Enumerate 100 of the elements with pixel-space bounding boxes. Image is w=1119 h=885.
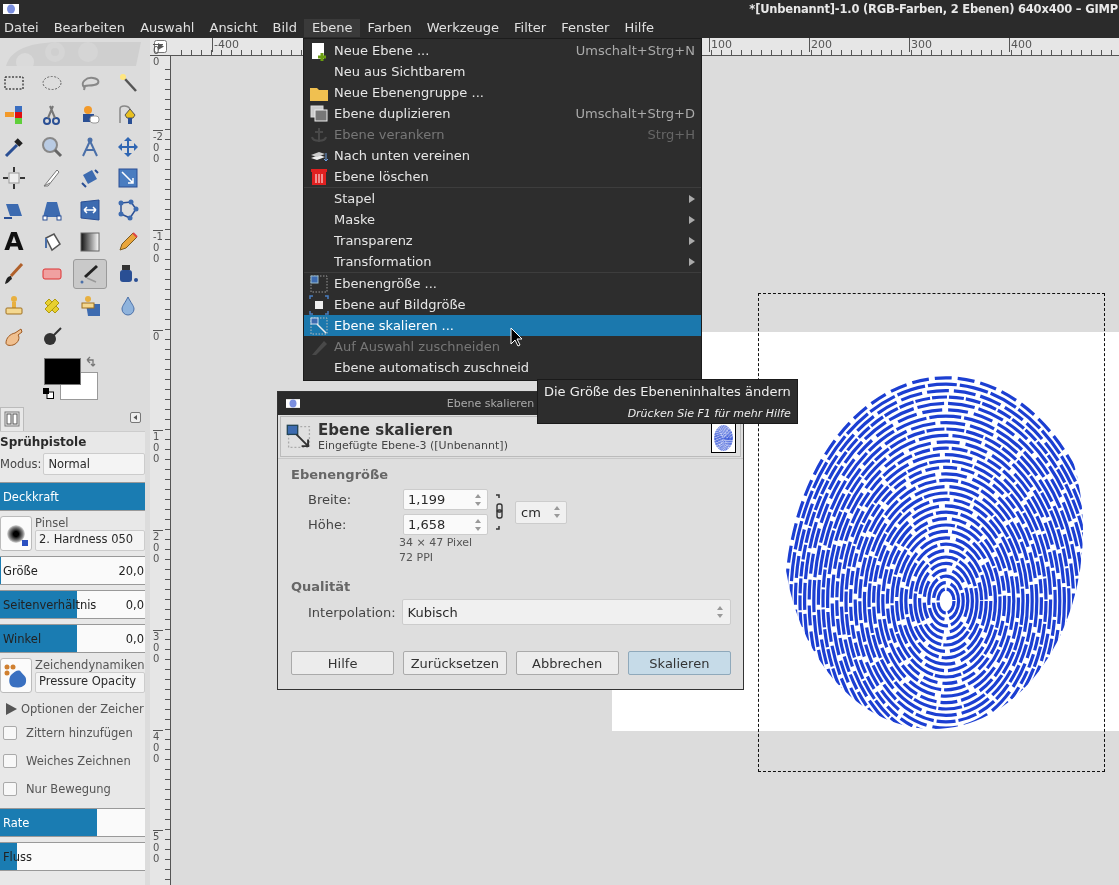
align-icon <box>2 166 26 191</box>
cage-icon <box>116 198 140 223</box>
spin-field[interactable]: 1,658 <box>403 514 488 535</box>
checkbox-label: Nur Bewegung <box>26 782 111 796</box>
menu-item[interactable]: Ebene duplizieren Umschalt+Strg+D <box>304 103 701 124</box>
ruler-label: 200 <box>153 530 163 564</box>
panel-menu-icon[interactable] <box>130 412 141 423</box>
dialog-button[interactable]: Hilfe <box>291 651 395 675</box>
menu-item[interactable]: Ebene automatisch zuschneid <box>304 357 701 378</box>
menu-item[interactable]: Transformation <box>304 251 701 272</box>
tool-button[interactable] <box>73 258 107 289</box>
menu-item[interactable]: Neue Ebenengruppe ... <box>304 82 701 103</box>
app-icon <box>3 4 19 14</box>
menu-bar-item[interactable]: Bearbeiten <box>46 19 133 37</box>
dynamics-field[interactable]: Pressure Opacity <box>35 672 145 693</box>
dynamics-label: Zeichendynamiken <box>35 658 145 672</box>
menu-item[interactable]: Ebene skalieren ... <box>304 315 701 336</box>
menu-bar-item[interactable]: Auswahl <box>132 19 202 37</box>
dialog-button[interactable]: Abbrechen <box>515 651 619 675</box>
chain-link-icon[interactable] <box>495 493 505 531</box>
menu-item[interactable]: Neue Ebene ... Umschalt+Strg+N <box>304 40 701 61</box>
expander-arrow-icon[interactable] <box>5 703 17 715</box>
menu-bar-item[interactable]: Bild <box>265 19 305 37</box>
brush-label: Pinsel <box>35 516 70 530</box>
menu-item[interactable]: Nach unten vereinen <box>304 145 701 166</box>
checkbox-label: Weiches Zeichnen <box>26 754 131 768</box>
paintbrush-icon <box>2 261 26 286</box>
color-swatches-drawing[interactable] <box>44 358 98 400</box>
duplicate-layer-icon <box>309 103 329 124</box>
ruler-label: -100 <box>153 230 163 264</box>
slider-label: Größe <box>2 563 39 578</box>
menu-bar-item[interactable]: Filter <box>506 19 554 37</box>
menu-item[interactable]: Ebenengröße ... <box>304 273 701 294</box>
app-icon <box>286 399 300 408</box>
stamp-perspective-icon <box>78 293 102 318</box>
unit-dropdown[interactable]: cm <box>515 500 567 524</box>
spin-field[interactable]: 1,199 <box>403 489 488 510</box>
move-arrows-icon <box>116 134 140 159</box>
ruler-label: 500 <box>153 830 163 864</box>
menu-item[interactable]: Stapel <box>304 188 701 209</box>
pencil-icon <box>116 230 140 254</box>
scale-layer-icon <box>286 423 312 450</box>
menu-item[interactable]: Transparenz <box>304 230 701 251</box>
field-label: Interpolation: <box>307 604 397 620</box>
fit-to-image-icon <box>309 294 329 315</box>
checkbox[interactable] <box>3 782 17 796</box>
tooltip-hint: Drücken Sie F1 für mehr Hilfe <box>627 407 791 420</box>
pixel-size-text: 34 × 47 Pixel <box>398 535 474 550</box>
swap-arrows-icon[interactable] <box>85 356 97 368</box>
slider-label: Winkel <box>2 631 43 646</box>
mode-label: Modus: <box>0 457 42 471</box>
section-heading: Ebenengröße <box>291 467 390 482</box>
menu-bar-item[interactable]: Fenster <box>553 19 617 37</box>
tool-options-tab[interactable] <box>0 407 24 431</box>
mode-dropdown[interactable]: Normal <box>43 453 145 475</box>
value-slider[interactable]: Winkel 0,0 <box>0 624 145 653</box>
dialog-button[interactable]: Skalieren <box>627 651 731 675</box>
field-label: Breite: <box>307 492 353 507</box>
menu-bar-item[interactable]: Farben <box>360 19 420 37</box>
mouse-pointer-icon <box>510 327 523 347</box>
dynamics-preview[interactable] <box>0 658 32 693</box>
stamp-icon <box>2 293 26 318</box>
expander-label[interactable]: Optionen der Zeicher <box>21 702 144 716</box>
new-layer-icon <box>309 40 329 61</box>
spin-arrows-icon <box>553 504 561 520</box>
slider-label: Rate <box>2 815 31 830</box>
magnifier-icon <box>40 134 64 159</box>
tooltip-text: Die Größe des Ebeneninhaltes ändern <box>544 384 791 399</box>
opacity-slider[interactable]: Deckkraft <box>0 482 145 511</box>
tool-button[interactable]: A <box>0 227 31 257</box>
trash-icon <box>309 166 329 187</box>
checkbox[interactable] <box>3 754 17 768</box>
default-colors-icon[interactable] <box>43 388 54 399</box>
ruler-label: 100 <box>153 430 163 464</box>
menu-bar-item[interactable]: Ebene <box>304 19 361 37</box>
sliders-icon <box>4 411 20 427</box>
menu-bar-item[interactable]: Werkzeuge <box>419 19 507 37</box>
menu-item[interactable]: Neu aus Sichtbarem <box>304 61 701 82</box>
menu-bar-item[interactable]: Hilfe <box>616 19 662 37</box>
checkbox-label: Zittern hinzufügen <box>26 726 133 740</box>
menu-item[interactable]: Ebene löschen <box>304 166 701 187</box>
menu-item[interactable]: Ebene auf Bildgröße <box>304 294 701 315</box>
ruler-label: 300 <box>153 630 163 664</box>
value-slider[interactable]: Rate <box>0 808 145 837</box>
menu-item[interactable]: Maske <box>304 209 701 230</box>
brush-field[interactable]: 2. Hardness 050 <box>35 530 145 551</box>
dialog-button[interactable]: Zurücksetzen <box>403 651 507 675</box>
slider-value: 0,0 <box>125 631 145 646</box>
resolution-text: 72 PPI <box>398 550 434 565</box>
menu-bar-item[interactable]: Datei <box>0 19 47 37</box>
checkbox[interactable] <box>3 726 17 740</box>
ruler-label: 400 <box>153 730 163 764</box>
brush-preview[interactable] <box>0 516 32 551</box>
slider-value: 0,0 <box>125 597 145 612</box>
interpolation-dropdown[interactable]: Kubisch <box>401 599 731 625</box>
value-slider[interactable]: Größe 20,0 <box>0 556 145 585</box>
menu-bar-item[interactable]: Ansicht <box>202 19 265 37</box>
scale-icon <box>116 166 140 191</box>
ruler-label: 200 <box>809 38 832 52</box>
spin-arrows-icon <box>716 604 724 620</box>
